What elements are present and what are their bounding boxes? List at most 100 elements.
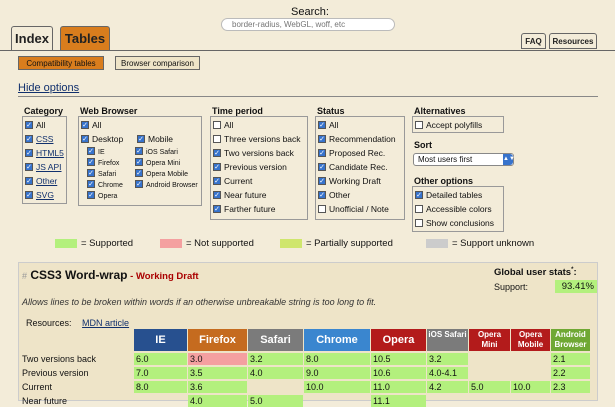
browser-header: iOS Safari [427,329,468,351]
time-all-checkbox[interactable] [213,120,221,129]
category-item-label[interactable]: Other [36,176,57,186]
global-user-stats-colon: : [573,267,577,279]
table-cell [134,395,187,407]
tab-tables[interactable]: Tables [60,26,110,50]
mdn-article-link[interactable]: MDN article [82,318,129,328]
hide-options-link[interactable]: Hide options [18,82,79,94]
browser-header: Chrome [304,329,370,351]
accessible-colors-checkbox[interactable] [415,204,423,213]
category-jsapi-checkbox[interactable]: ✓ [25,162,33,171]
other-options-item-label: Detailed tables [426,190,483,200]
browser-chrome-checkbox[interactable]: ✓ [87,180,95,188]
status-unofficial-checkbox[interactable] [318,204,326,213]
time-current-checkbox[interactable]: ✓ [213,176,221,185]
category-item-label[interactable]: HTML5 [36,148,64,158]
status-item-label: Other [329,190,351,200]
status-item-label: Working Draft [329,176,381,186]
browser-safari-checkbox[interactable]: ✓ [87,169,95,177]
accept-polyfills-checkbox[interactable] [415,120,423,129]
category-group: ✓ All ✓ CSS ✓ HTML5 ✓ JS API ✓ Other ✓ SVG [22,116,67,204]
time-three-back-checkbox[interactable] [213,134,221,143]
table-cell [469,353,510,365]
browser-firefox-checkbox[interactable]: ✓ [87,158,95,166]
browser-opera-mini-checkbox[interactable]: ✓ [135,158,143,166]
table-cell [511,367,550,379]
time-item-label: All [224,120,234,130]
time-period-title: Time period [212,106,263,116]
browser-header: Firefox [188,329,247,351]
status-item-label: Recommendation [329,134,396,144]
tab-resources[interactable]: Resources [549,33,597,49]
status-candidate-checkbox[interactable]: ✓ [318,162,326,171]
category-html5-checkbox[interactable]: ✓ [25,148,33,157]
table-cell: 4.0 [188,395,247,407]
search-label: Search: [291,6,329,18]
time-two-back-checkbox[interactable]: ✓ [213,148,221,157]
time-farther-future-checkbox[interactable]: ✓ [213,204,221,213]
web-browser-group: ✓ All ✓ Desktop ✓ Mobile ✓ IE ✓ Firefox ✓ Safa… [78,116,202,206]
status-proposed-checkbox[interactable]: ✓ [318,148,326,157]
category-other-checkbox[interactable]: ✓ [25,176,33,185]
browser-header: Android Browser [551,329,590,351]
table-cell: 2.2 [551,367,590,379]
legend-supported-label: = Supported [81,238,134,249]
category-all-checkbox[interactable]: ✓ [25,120,33,129]
other-options-item-label: Accessible colors [426,204,492,214]
browser-item-label: Firefox [98,159,120,167]
table-cell: 10.5 [371,353,426,365]
browser-header: Opera Mobile [511,329,550,351]
table-cell: 11.0 [371,381,426,393]
tab-index[interactable]: Index [11,26,53,50]
global-user-stats-text: Global user stats [494,267,572,279]
status-item-label: Unofficial / Note [329,204,389,214]
table-row-label: Current [22,382,53,392]
category-item-label[interactable]: JS API [36,162,62,172]
subtab-compatibility-tables[interactable]: Compatibility tables [18,56,104,70]
browser-item-label: Opera [98,192,118,200]
subtab-browser-comparison[interactable]: Browser comparison [115,56,200,70]
search-input[interactable] [221,18,395,31]
table-cell: 2.3 [551,381,590,393]
options-divider [18,96,598,97]
table-cell: 2.1 [551,353,590,365]
category-svg-checkbox[interactable]: ✓ [25,190,33,199]
status-other-checkbox[interactable]: ✓ [318,190,326,199]
browser-all-label: All [92,120,102,130]
category-item-label[interactable]: CSS [36,134,53,144]
browser-header: Safari [248,329,303,351]
status-all-checkbox[interactable]: ✓ [318,120,326,129]
show-conclusions-checkbox[interactable] [415,218,423,227]
table-cell: 10.0 [511,381,550,393]
browser-desktop-checkbox[interactable]: ✓ [81,134,89,143]
sort-select[interactable]: Most users first ▲▼ [413,153,515,166]
time-near-future-checkbox[interactable]: ✓ [213,190,221,199]
table-cell: 6.0 [134,353,187,365]
table-cell [304,395,370,407]
table-cell [511,395,550,407]
table-cell [427,395,468,407]
status-rec-checkbox[interactable]: ✓ [318,134,326,143]
status-working-draft-checkbox[interactable]: ✓ [318,176,326,185]
feature-anchor-link[interactable]: # [22,271,27,281]
table-cell: 11.1 [371,395,426,407]
browser-opera-checkbox[interactable]: ✓ [87,191,95,199]
browser-opera-mobile-checkbox[interactable]: ✓ [135,169,143,177]
browser-ie-checkbox[interactable]: ✓ [87,147,95,155]
time-previous-checkbox[interactable]: ✓ [213,162,221,171]
browser-mobile-checkbox[interactable]: ✓ [137,134,145,143]
browser-android-checkbox[interactable]: ✓ [135,180,143,188]
browser-ios-safari-checkbox[interactable]: ✓ [135,147,143,155]
tab-divider [0,50,615,51]
resources-label: Resources: [26,318,72,328]
browser-all-checkbox[interactable]: ✓ [81,120,89,129]
table-cell: 8.0 [134,381,187,393]
category-item-label: All [36,120,46,130]
browser-desktop-label: Desktop [92,134,124,144]
detailed-tables-checkbox[interactable]: ✓ [415,190,423,199]
feature-description: Allows lines to be broken within words i… [22,297,377,307]
web-browser-title: Web Browser [80,106,138,116]
category-css-checkbox[interactable]: ✓ [25,134,33,143]
tab-faq[interactable]: FAQ [521,33,546,49]
category-item-label[interactable]: SVG [36,190,54,200]
browser-item-label: Opera Mobile [146,170,189,178]
